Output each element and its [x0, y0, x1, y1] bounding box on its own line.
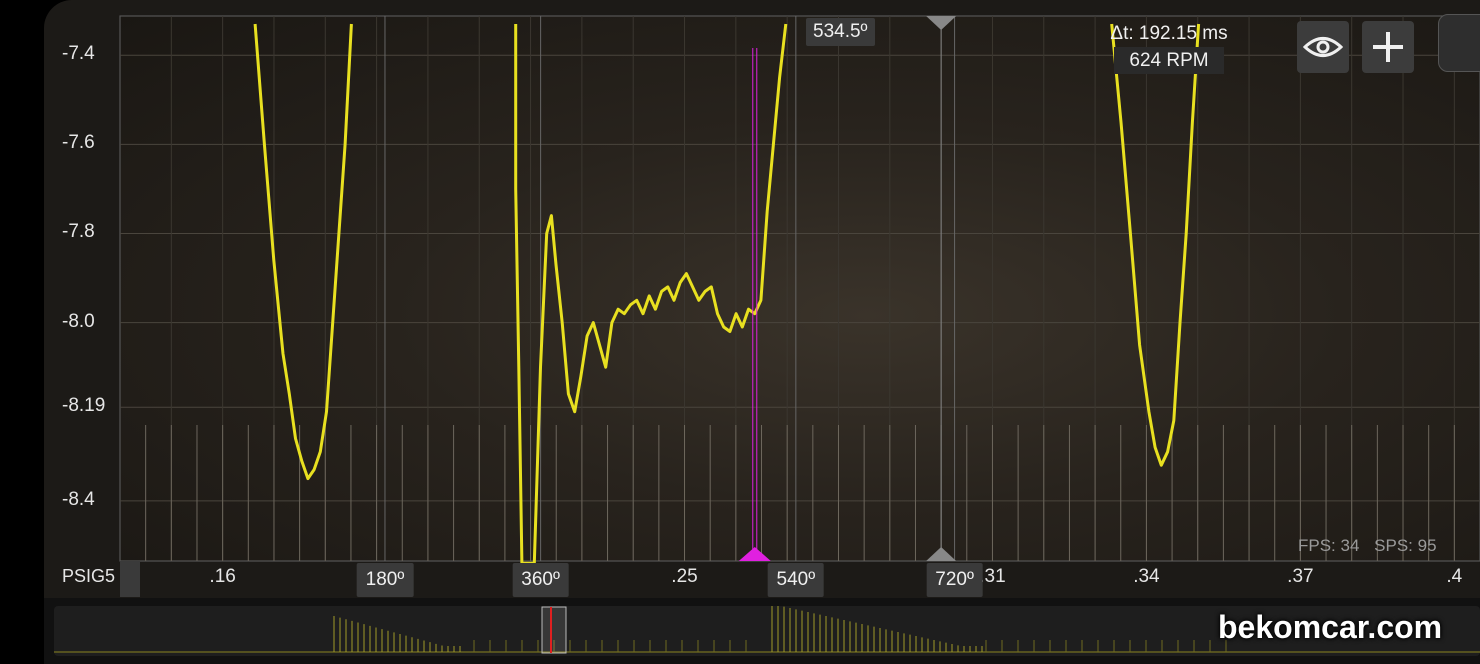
visibility-button[interactable] [1297, 21, 1349, 73]
start-marker [120, 561, 140, 597]
overview-viewport [541, 606, 567, 654]
x-tick-label: .16 [209, 566, 236, 587]
y-tick-label: -7.6 [62, 132, 95, 154]
y-tick-label: -8.4 [62, 488, 95, 510]
cursor-marker [738, 547, 771, 561]
y-tick-label: -8.0 [62, 310, 95, 332]
signal-trace [253, 23, 1201, 565]
add-button[interactable] [1362, 21, 1414, 73]
sps-readout: SPS: 95 [1374, 536, 1437, 555]
plot-frame [119, 15, 1480, 562]
reference-marker-bottom [926, 547, 957, 561]
x-tick-label: .34 [1133, 566, 1160, 587]
rpm-readout: 624 RPM [1114, 47, 1224, 74]
degree-badge[interactable]: 720º [926, 563, 983, 597]
render-stats: FPS: 34 SPS: 95 [1298, 536, 1437, 556]
delta-time-readout: Δt: 192.15 ms 624 RPM [1100, 20, 1238, 74]
delta-time: Δt: 192.15 ms [1110, 23, 1228, 44]
degree-badge[interactable]: 540º [767, 563, 825, 597]
x-tick-label: .25 [671, 566, 698, 587]
degree-badge[interactable]: 180º [356, 563, 414, 597]
watermark-logo: bekomcar.com [1218, 609, 1443, 645]
side-drawer-handle[interactable] [1438, 14, 1480, 72]
y-tick-label: -7.8 [62, 221, 95, 243]
chart-svg[interactable] [0, 0, 1480, 600]
x-tick-label: .4 [1446, 566, 1463, 587]
plus-icon [1373, 32, 1403, 62]
y-tick-label: -7.4 [62, 43, 95, 65]
degree-badge[interactable]: 360º [512, 563, 569, 597]
cursor-readout[interactable]: 534.5º [806, 18, 875, 46]
fps-readout: FPS: 34 [1298, 536, 1360, 555]
x-tick-label: .37 [1287, 566, 1314, 587]
eye-icon [1303, 37, 1343, 57]
y-tick-label: -8.19 [62, 395, 106, 417]
series-label: PSIG5 [62, 566, 116, 586]
oscilloscope-chart[interactable]: -7.4-7.6-7.8-8.0-8.19-8.4 .16.22.25.31.3… [0, 0, 1480, 600]
x-tick-label: .31 [979, 566, 1006, 587]
